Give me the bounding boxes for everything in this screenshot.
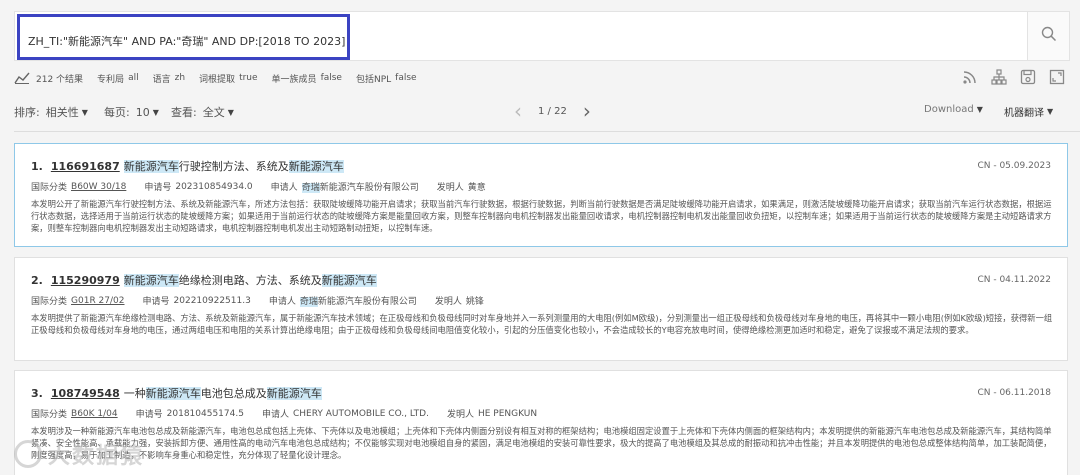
prev-page-icon[interactable]: ‹ (514, 101, 522, 121)
next-page-icon[interactable]: › (583, 101, 591, 121)
per-page-select[interactable]: 每页: 10 ▼ (104, 104, 159, 120)
caret-down-icon: ▼ (976, 105, 983, 114)
result-date: CN - 05.09.2023 (977, 161, 1051, 171)
result-index: 2. (31, 273, 43, 287)
pagination: ‹ 1 / 22 › (514, 101, 591, 121)
search-icon (1041, 26, 1057, 46)
machine-translate-button[interactable]: 机器翻译 ▼ (1004, 104, 1053, 119)
result-pub-number[interactable]: 115290979 (51, 274, 120, 287)
result-pub-number[interactable]: 108749548 (51, 387, 120, 400)
caret-down-icon: ▼ (227, 107, 234, 117)
search-bar: ZH_TI:"新能源汽车" AND PA:"奇瑞" AND DP:[2018 T… (14, 11, 1070, 61)
result-index: 3. (31, 386, 43, 400)
save-icon[interactable] (1019, 68, 1037, 86)
result-date: CN - 06.11.2018 (977, 388, 1051, 398)
rss-icon[interactable] (961, 68, 979, 86)
result-abstract: 本发明涉及一种新能源汽车电池包总成及新能源汽车，电池包总成包括上壳体、下壳体以及… (31, 426, 1052, 460)
caret-down-icon: ▼ (152, 107, 159, 117)
watermark-logo-icon (14, 440, 42, 468)
stats-icon[interactable] (14, 72, 30, 84)
search-button[interactable] (1027, 12, 1069, 60)
result-title[interactable]: 新能源汽车绝缘检测电路、方法、系统及新能源汽车 (123, 272, 377, 288)
result-index: 1. (31, 159, 43, 173)
result-card[interactable]: 1. 116691687 新能源汽车行驶控制方法、系统及新能源汽车 CN - 0… (14, 143, 1068, 247)
stat-patent-office: 专利局 all (97, 73, 139, 85)
ipc-link[interactable]: B60W 30/18 (71, 182, 126, 192)
search-stats: 212 个结果 专利局 all 语言 zh 词根提取 true 单一族成员 false … (14, 70, 431, 86)
caret-down-icon: ▼ (81, 107, 88, 117)
stat-include-npl: 包括NPL false (355, 73, 417, 85)
expand-icon[interactable] (1048, 68, 1066, 86)
result-card[interactable]: 2. 115290979 新能源汽车绝缘检测电路、方法、系统及新能源汽车 CN … (14, 257, 1068, 361)
result-meta: 国际分类 B60K 1/04 申请号 201810455174.5 申请人 CHERY… (31, 408, 538, 421)
page-indicator: 1 / 22 (538, 105, 567, 117)
ipc-link[interactable]: B60K 1/04 (71, 409, 118, 419)
stat-language: 语言 zh (152, 73, 186, 85)
stat-single-family: 单一族成员 false (271, 73, 342, 85)
result-abstract: 本发明提供了新能源汽车绝缘检测电路、方法、系统及新能源汽车，属于新能源汽车技术领… (31, 313, 1053, 335)
result-date: CN - 04.11.2022 (977, 275, 1051, 285)
results-toolbar: 排序: 相关性 ▼ 每页: 10 ▼ 查看: 全文 ▼ ‹ 1 / 22 › Down… (14, 101, 1066, 121)
result-actions (961, 68, 1066, 86)
caret-down-icon: ▼ (1047, 107, 1054, 116)
watermark: 大数据猿 (14, 438, 144, 470)
result-card[interactable]: 3. 108749548 一种新能源汽车电池包总成及新能源汽车 CN - 06.… (14, 370, 1068, 475)
results-count: 212 个结果 (36, 74, 84, 85)
sitemap-icon[interactable] (990, 68, 1008, 86)
result-pub-number[interactable]: 116691687 (51, 160, 120, 173)
sort-select[interactable]: 排序: 相关性 ▼ (14, 104, 88, 120)
search-input[interactable]: ZH_TI:"新能源汽车" AND PA:"奇瑞" AND DP:[2018 T… (17, 14, 350, 60)
result-title[interactable]: 新能源汽车行驶控制方法、系统及新能源汽车 (123, 158, 344, 174)
ipc-link[interactable]: G01R 27/02 (71, 296, 124, 306)
divider (14, 131, 1080, 132)
result-meta: 国际分类 G01R 27/02 申请号 202210922511.3 申请人 奇瑞新能… (31, 295, 484, 307)
view-select[interactable]: 查看: 全文 ▼ (171, 104, 234, 120)
search-query-text: ZH_TI:"新能源汽车" AND PA:"奇瑞" AND DP:[2018 T… (28, 35, 346, 48)
result-meta: 国际分类 B60W 30/18 申请号 202310854934.0 申请人 奇瑞新能… (31, 181, 486, 193)
result-title[interactable]: 一种新能源汽车电池包总成及新能源汽车 (124, 385, 322, 401)
download-button[interactable]: Download ▼ (924, 104, 983, 115)
result-abstract: 本发明公开了新能源汽车行驶控制方法、系统及新能源汽车，所述方法包括：获取陡坡缓降… (31, 199, 1052, 233)
stat-stemming: 词根提取 true (199, 73, 258, 85)
